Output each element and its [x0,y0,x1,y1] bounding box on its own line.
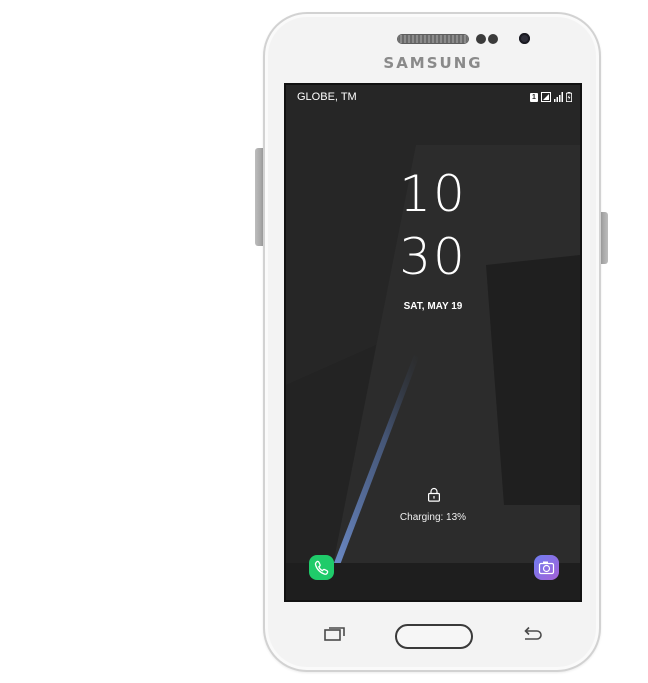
date-label: SAT, MAY 19 [403,301,463,312]
status-bar[interactable]: GLOBE, TM 1 [286,89,580,107]
brand-logo: SAMSUNG [383,54,483,72]
phone-shortcut[interactable] [309,555,334,580]
device-mockup: SAMSUNG GLOBE, TM 1 10 30 SAT, MAY 19 Ch… [0,0,648,683]
clock-minute: 30 [399,228,467,286]
proximity-sensor [476,34,486,44]
recent-apps-icon[interactable] [323,626,347,642]
carrier-name: GLOBE, TM [297,91,357,103]
volume-key[interactable] [255,148,263,246]
status-icons: 1 [530,92,572,102]
camera-icon [538,561,555,575]
phone-icon [314,560,329,575]
clock-hour: 10 [399,165,467,223]
light-sensor [488,34,498,44]
sim-1-icon: 1 [530,92,538,102]
power-key[interactable] [601,212,608,264]
signal-sim2-icon [554,92,563,102]
home-button[interactable] [395,624,473,649]
lock-screen[interactable]: GLOBE, TM 1 10 30 SAT, MAY 19 Charging: … [284,83,582,602]
earpiece-speaker [398,35,468,43]
charging-status: Charging: 13% [399,512,467,523]
camera-shortcut[interactable] [534,555,559,580]
back-icon[interactable] [520,626,544,642]
lock-icon[interactable] [427,487,441,502]
battery-charging-icon [566,92,572,102]
front-camera-icon [519,33,530,44]
signal-sim1-icon [541,92,551,102]
